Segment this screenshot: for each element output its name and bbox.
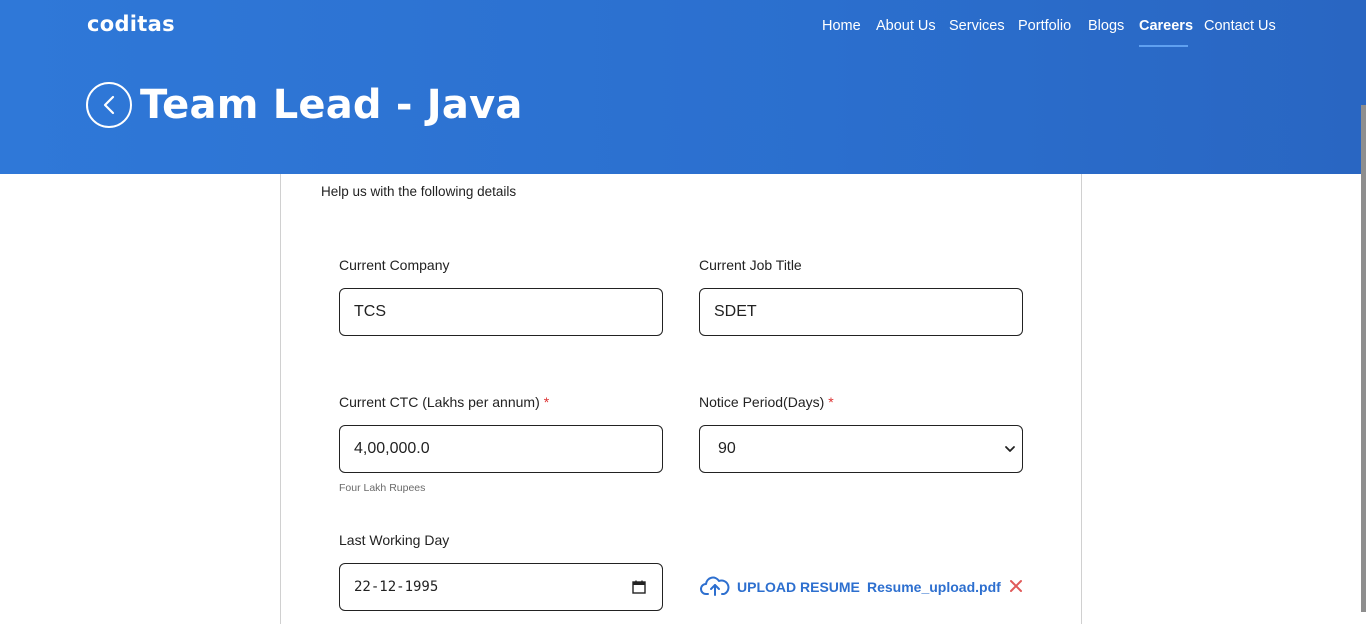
upload-resume-button[interactable]: UPLOAD RESUME bbox=[737, 579, 860, 595]
calendar-icon[interactable] bbox=[632, 580, 646, 594]
nav-active-indicator bbox=[1139, 45, 1188, 47]
close-icon[interactable] bbox=[1009, 579, 1023, 593]
nav-blogs[interactable]: Blogs bbox=[1088, 17, 1124, 35]
cloud-upload-icon[interactable] bbox=[700, 575, 730, 597]
nav-services[interactable]: Services bbox=[949, 17, 1005, 35]
current-company-label: Current Company bbox=[339, 257, 450, 273]
current-ctc-hint: Four Lakh Rupees bbox=[339, 482, 426, 494]
current-job-title-label: Current Job Title bbox=[699, 257, 802, 273]
notice-period-value: 90 bbox=[718, 440, 736, 457]
current-ctc-value: 4,00,000.0 bbox=[354, 440, 430, 457]
required-asterisk: * bbox=[543, 394, 550, 410]
current-company-input[interactable]: TCS bbox=[339, 288, 663, 336]
nav-home[interactable]: Home bbox=[822, 17, 861, 35]
form-intro-text: Help us with the following details bbox=[321, 184, 517, 199]
chevron-down-icon bbox=[1005, 446, 1015, 452]
page-title: Team Lead - Java bbox=[140, 82, 523, 128]
nav-portfolio[interactable]: Portfolio bbox=[1018, 17, 1071, 35]
notice-period-label-text: Notice Period(Days) bbox=[699, 394, 825, 410]
main-nav: Home About Us Services Portfolio Blogs C… bbox=[0, 17, 1366, 47]
current-company-value: TCS bbox=[354, 303, 386, 320]
notice-period-select[interactable]: 90 bbox=[699, 425, 1023, 473]
resume-file-name[interactable]: Resume_upload.pdf bbox=[867, 579, 1001, 595]
current-ctc-label: Current CTC (Lakhs per annum) * bbox=[339, 394, 549, 410]
last-working-day-value: 22-12-1995 bbox=[354, 579, 439, 595]
page-scrollbar[interactable] bbox=[1361, 105, 1366, 612]
back-button[interactable] bbox=[86, 82, 132, 128]
header-banner: coditas Home About Us Services Portfolio… bbox=[0, 0, 1366, 174]
nav-about-us[interactable]: About Us bbox=[876, 17, 936, 35]
current-job-title-input[interactable]: SDET bbox=[699, 288, 1023, 336]
required-asterisk: * bbox=[828, 394, 834, 410]
current-ctc-label-text: Current CTC (Lakhs per annum) bbox=[339, 394, 540, 410]
chevron-left-icon bbox=[103, 95, 115, 115]
nav-contact-us[interactable]: Contact Us bbox=[1204, 17, 1276, 35]
current-job-title-value: SDET bbox=[714, 303, 757, 320]
notice-period-label: Notice Period(Days) * bbox=[699, 394, 834, 410]
last-working-day-label: Last Working Day bbox=[339, 532, 450, 548]
nav-careers[interactable]: Careers bbox=[1139, 17, 1193, 35]
current-ctc-input[interactable]: 4,00,000.0 bbox=[339, 425, 663, 473]
last-working-day-input[interactable]: 22-12-1995 bbox=[339, 563, 663, 611]
